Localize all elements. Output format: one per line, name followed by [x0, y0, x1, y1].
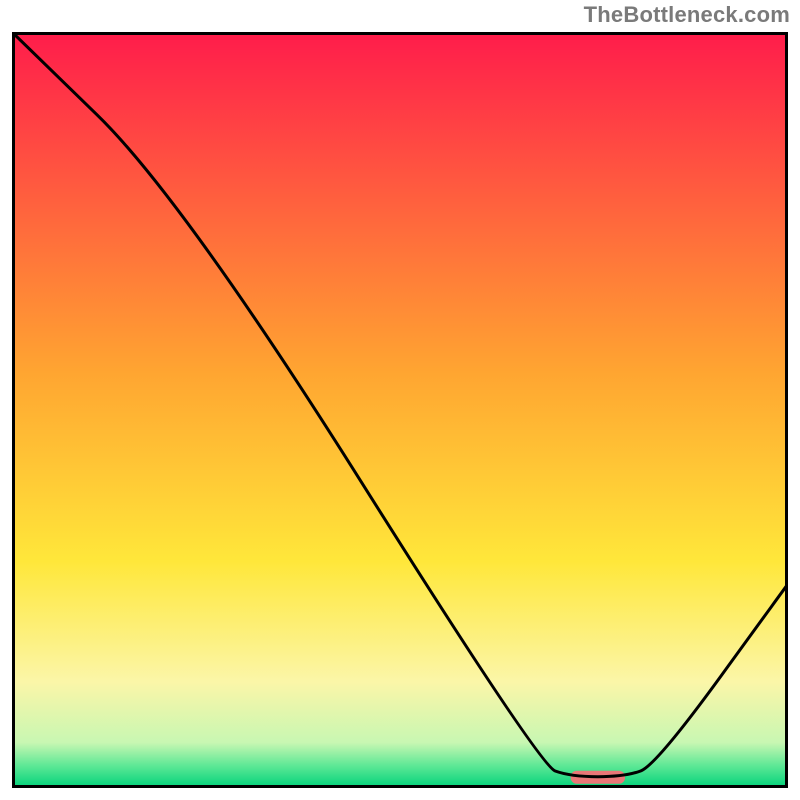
gradient-rect [12, 32, 788, 788]
chart-svg [12, 32, 788, 788]
watermark-label: TheBottleneck.com [584, 2, 790, 28]
chart-frame [12, 32, 788, 788]
chart-container: TheBottleneck.com [0, 0, 800, 800]
